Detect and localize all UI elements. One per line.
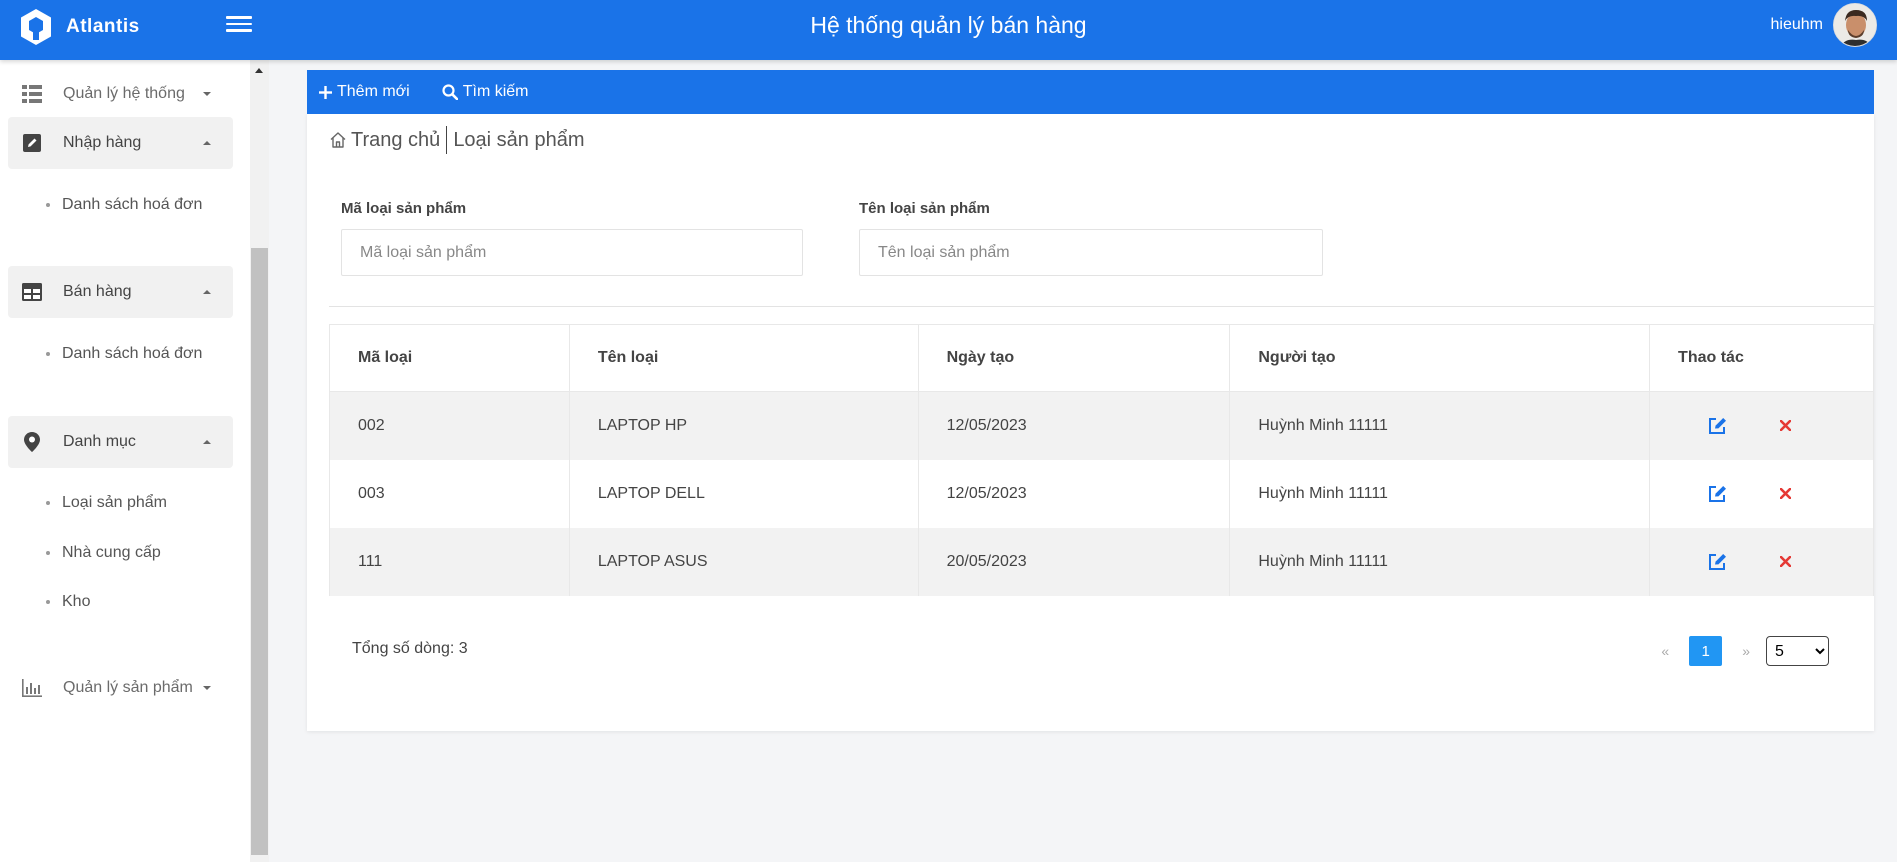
scroll-up-icon[interactable]: [255, 68, 263, 73]
menu-toggle-icon[interactable]: [226, 12, 252, 38]
table-icon: [21, 281, 43, 303]
cell-created-by: Huỳnh Minh 11111: [1229, 459, 1651, 528]
column-header: Thao tác: [1649, 324, 1874, 392]
sidebar-group-sales[interactable]: Bán hàng: [8, 266, 233, 318]
map-pin-icon: [21, 431, 43, 453]
column-header[interactable]: Người tạo: [1229, 324, 1651, 392]
column-header[interactable]: Ngày tạo: [917, 324, 1231, 392]
action-toolbar: Thêm mới Tìm kiếm: [307, 70, 1874, 114]
sidebar-group-label: Quản lý sản phẩm: [63, 679, 193, 696]
username: hieuhm: [1770, 16, 1823, 33]
sidebar-group-catalog[interactable]: Danh mục: [8, 416, 233, 468]
divider: [329, 306, 1874, 307]
add-new-button[interactable]: Thêm mới: [319, 83, 410, 101]
cell-actions: [1649, 527, 1874, 596]
sidebar-group-system[interactable]: Quản lý hệ thống: [8, 68, 233, 120]
cell-created-date: 12/05/2023: [917, 459, 1231, 528]
breadcrumb-home[interactable]: Trang chủ: [351, 129, 440, 152]
content-card: Trang chủ Loại sản phẩm Mã loại sản phẩm…: [307, 114, 1874, 731]
pagination: « 1 » 5: [1661, 636, 1829, 666]
caret-up-icon: [203, 440, 211, 444]
table-header-row: Mã loại Tên loại Ngày tạo Người tạo Thao…: [329, 324, 1874, 392]
cell-actions: [1649, 391, 1874, 460]
sidebar-item-label: Danh sách hoá đơn: [62, 196, 203, 213]
sidebar-scrollbar[interactable]: [250, 60, 269, 862]
avatar[interactable]: [1833, 3, 1877, 47]
sidebar-item-product-category[interactable]: Loại sản phẩm: [46, 494, 167, 512]
edit-icon[interactable]: [1708, 553, 1728, 571]
table-row[interactable]: 111 LAPTOP ASUS 20/05/2023 Huỳnh Minh 11…: [329, 527, 1874, 596]
scrollbar-thumb[interactable]: [251, 248, 268, 855]
brand[interactable]: Atlantis: [18, 5, 140, 49]
next-page-button[interactable]: »: [1742, 643, 1750, 659]
sidebar-item-sales-invoices[interactable]: Danh sách hoá đơn: [46, 345, 202, 363]
sidebar-item-label: Danh sách hoá đơn: [62, 345, 203, 362]
user-menu[interactable]: hieuhm: [1771, 3, 1877, 47]
cell-created-by: Huỳnh Minh 11111: [1229, 527, 1651, 596]
sidebar-item-supplier[interactable]: Nhà cung cấp: [46, 544, 161, 562]
breadcrumb-current: Loại sản phẩm: [453, 128, 585, 151]
delete-icon[interactable]: [1780, 420, 1792, 432]
column-header[interactable]: Tên loại: [568, 324, 919, 392]
category-table: Mã loại Tên loại Ngày tạo Người tạo Thao…: [329, 324, 1874, 596]
search-label: Tìm kiếm: [462, 83, 529, 100]
caret-up-icon: [203, 141, 211, 145]
name-field-label: Tên loại sản phẩm: [859, 200, 990, 217]
cell-code: 002: [329, 391, 570, 460]
cell-name: LAPTOP DELL: [568, 459, 919, 528]
plus-icon: [319, 85, 332, 99]
delete-icon[interactable]: [1780, 556, 1792, 567]
sidebar-group-label: Bán hàng: [63, 283, 132, 300]
cell-created-date: 20/05/2023: [917, 527, 1231, 596]
cell-created-date: 12/05/2023: [917, 391, 1231, 460]
brand-name: Atlantis: [66, 16, 140, 37]
sidebar-group-label: Danh mục: [63, 433, 136, 450]
sidebar-item-label: Loại sản phẩm: [62, 494, 167, 511]
cell-actions: [1649, 459, 1874, 528]
breadcrumb: Trang chủ Loại sản phẩm: [329, 126, 585, 154]
cell-name: LAPTOP HP: [568, 391, 919, 460]
sidebar-item-warehouse[interactable]: Kho: [46, 593, 90, 611]
sidebar-item-label: Nhà cung cấp: [62, 544, 161, 561]
sidebar-item-label: Kho: [62, 593, 91, 610]
cell-name: LAPTOP ASUS: [568, 527, 919, 596]
column-header[interactable]: Mã loại: [329, 324, 570, 392]
page-size-select[interactable]: 5: [1766, 636, 1829, 666]
sidebar-group-label: Quản lý hệ thống: [63, 85, 185, 102]
code-field-label: Mã loại sản phẩm: [341, 200, 467, 217]
table-row[interactable]: 003 LAPTOP DELL 12/05/2023 Huỳnh Minh 11…: [329, 459, 1874, 528]
cell-code: 111: [329, 527, 570, 596]
category-name-input[interactable]: [859, 229, 1323, 276]
caret-up-icon: [203, 290, 211, 294]
app-title: Hệ thống quản lý bán hàng: [810, 12, 1087, 38]
caret-down-icon: [203, 92, 211, 96]
sidebar-group-products[interactable]: Quản lý sản phẩm: [8, 662, 233, 714]
sidebar: Quản lý hệ thống Nhập hàng Danh sách hoá…: [0, 60, 250, 862]
top-header: Atlantis Hệ thống quản lý bán hàng hieuh…: [0, 0, 1897, 60]
caret-down-icon: [203, 686, 211, 690]
prev-page-button[interactable]: «: [1661, 643, 1669, 659]
sidebar-group-import[interactable]: Nhập hàng: [8, 117, 233, 169]
bar-chart-icon: [21, 677, 43, 699]
search-button[interactable]: Tìm kiếm: [442, 83, 529, 101]
category-code-input[interactable]: [341, 229, 803, 276]
page-1-button[interactable]: 1: [1689, 636, 1723, 666]
delete-icon[interactable]: [1780, 488, 1792, 499]
table-row[interactable]: 002 LAPTOP HP 12/05/2023 Huỳnh Minh 1111…: [329, 391, 1874, 460]
atlantis-logo-icon: [21, 9, 51, 45]
cell-created-by: Huỳnh Minh 11111: [1229, 391, 1651, 460]
cell-code: 003: [329, 459, 570, 528]
total-rows: Tổng số dòng: 3: [352, 640, 468, 657]
add-new-label: Thêm mới: [337, 83, 410, 100]
edit-icon[interactable]: [1708, 417, 1728, 435]
search-icon: [442, 84, 458, 100]
home-icon: [330, 132, 346, 148]
sidebar-item-import-invoices[interactable]: Danh sách hoá đơn: [46, 196, 202, 214]
sidebar-group-label: Nhập hàng: [63, 134, 142, 151]
list-icon: [21, 83, 43, 105]
edit-square-icon: [21, 132, 43, 154]
edit-icon[interactable]: [1708, 485, 1728, 503]
